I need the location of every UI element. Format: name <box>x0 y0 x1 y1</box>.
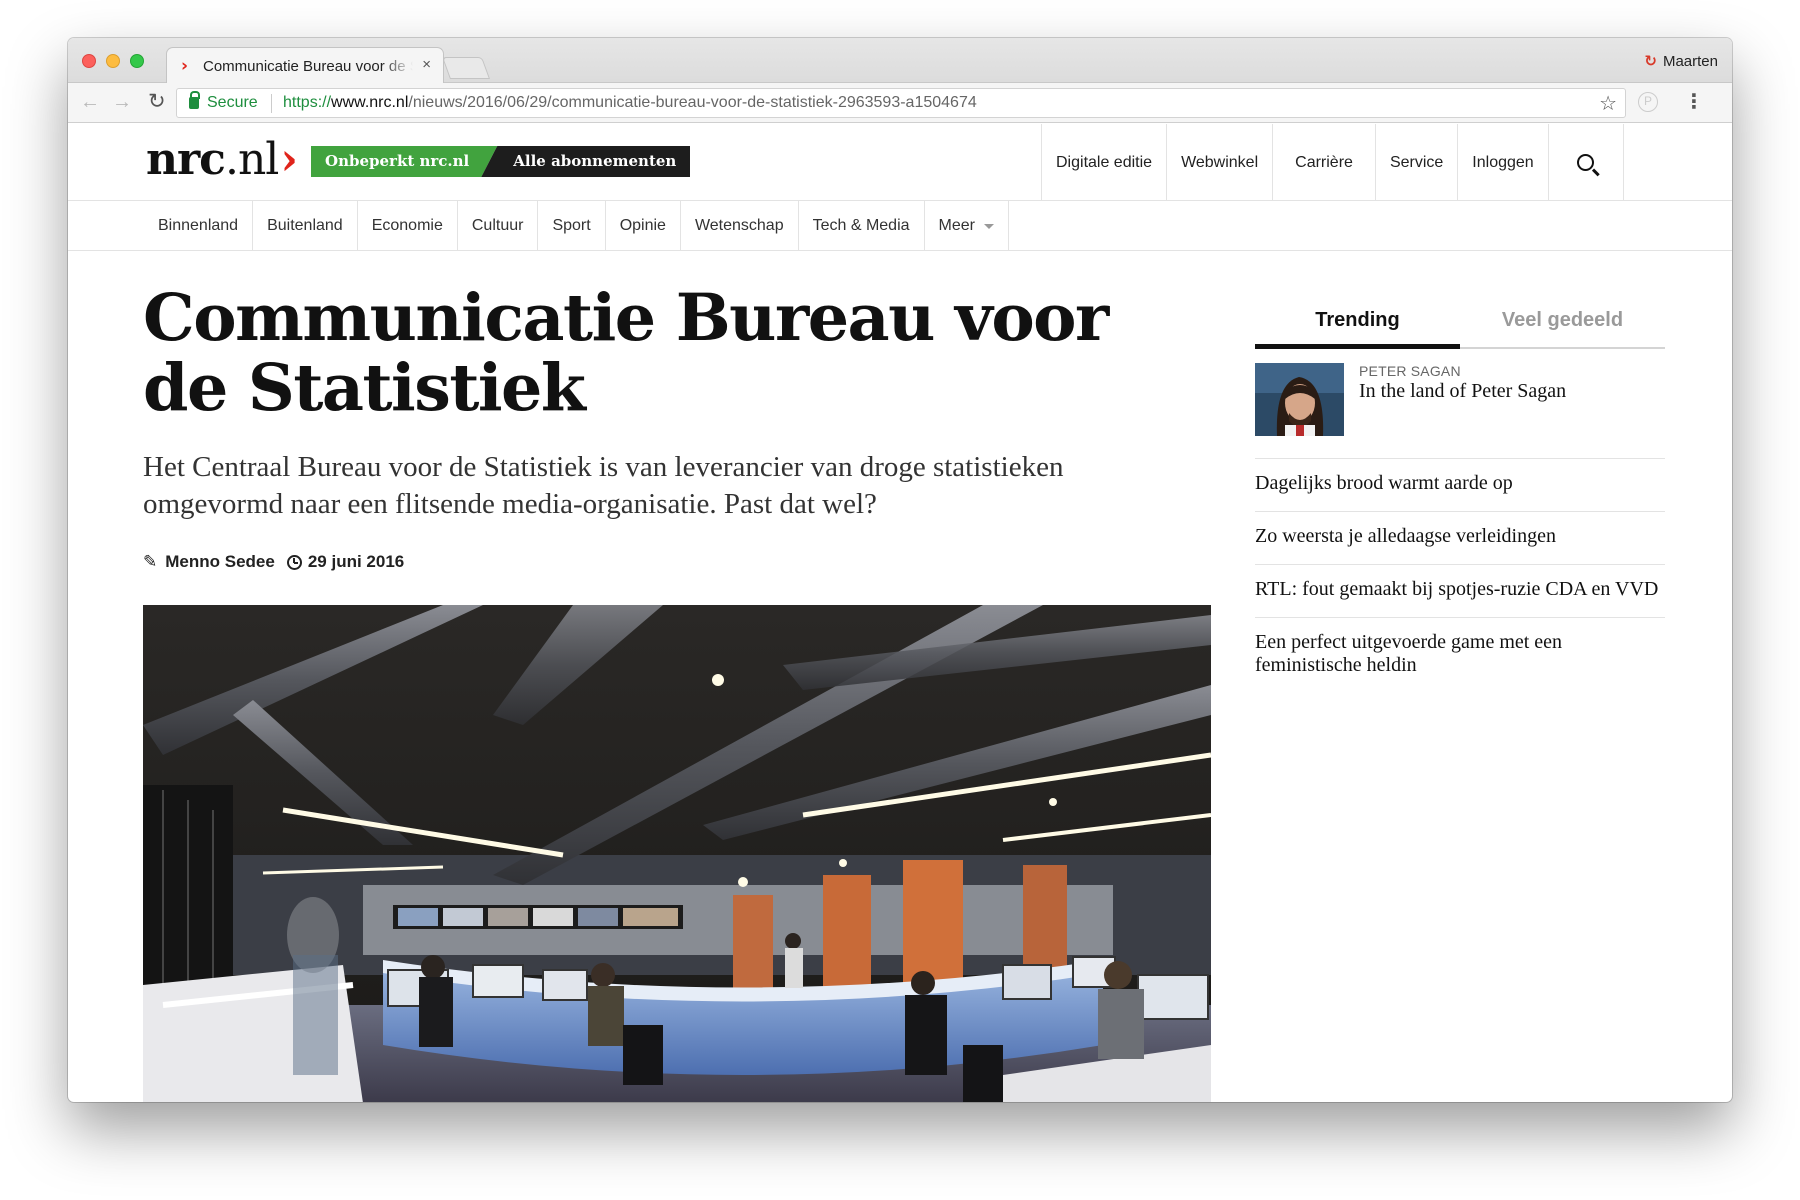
section-nav: Binnenland Buitenland Economie Cultuur S… <box>68 201 1732 251</box>
extension-icon[interactable]: P <box>1638 92 1658 112</box>
article-lede: Het Centraal Bureau voor de Statistiek i… <box>143 451 1064 520</box>
lock-icon[interactable] <box>189 91 200 109</box>
reload-icon[interactable]: ↻ <box>148 89 166 114</box>
chevron-down-icon <box>983 223 994 229</box>
url-protocol: https:// <box>283 94 332 111</box>
address-bar[interactable]: Secure https://www.nrc.nl/nieuws/2016/06… <box>176 88 1626 118</box>
browser-tab[interactable]: › Communicatie Bureau voor de Statistiek… <box>166 47 444 84</box>
trending-sidebar: Trending Veel gedeeld PETER SAGAN In the <box>1255 283 1665 693</box>
section-sport[interactable]: Sport <box>538 201 606 251</box>
site-header: nrc.nl› Onbeperkt nrc.nl Alle abonnement… <box>68 124 1732 201</box>
url-text[interactable]: https://www.nrc.nl/nieuws/2016/06/29/com… <box>283 94 977 112</box>
url-path: /nieuws/2016/06/29/communicatie-bureau-v… <box>408 94 977 111</box>
sidebar-tabs: Trending Veel gedeeld <box>1255 283 1665 349</box>
section-economie[interactable]: Economie <box>358 201 458 251</box>
unlimited-subscription-link[interactable]: Onbeperkt nrc.nl <box>311 146 497 177</box>
minimize-window-button[interactable] <box>106 54 120 68</box>
url-host: www.nrc.nl <box>331 94 409 111</box>
pen-icon: ✎ <box>143 552 158 571</box>
trending-item[interactable]: Zo weersta je alledaagse verleidingen <box>1255 512 1665 565</box>
article-hero-image <box>143 605 1211 1102</box>
close-window-button[interactable] <box>82 54 96 68</box>
search-button[interactable] <box>1547 124 1624 201</box>
browser-menu-icon[interactable]: ⋮ <box>1684 89 1704 114</box>
profile-button[interactable]: ↻ Maarten <box>1644 52 1718 70</box>
section-opinie[interactable]: Opinie <box>606 201 681 251</box>
section-more-dropdown[interactable]: Meer <box>925 201 1009 251</box>
browser-toolbar: ← → ↻ Secure https://www.nrc.nl/nieuws/2… <box>68 83 1732 123</box>
feature-kicker: PETER SAGAN <box>1359 363 1461 379</box>
logo-chevron-icon: › <box>280 134 298 185</box>
nrc-favicon-icon: › <box>181 56 189 76</box>
article-date: 29 juni 2016 <box>307 552 405 571</box>
forward-arrow-icon[interactable]: → <box>112 91 132 114</box>
topnav-digital-edition[interactable]: Digitale editie <box>1041 124 1166 201</box>
trending-item[interactable]: Dagelijks brood warmt aarde op <box>1255 459 1665 512</box>
trending-item[interactable]: RTL: fout gemaakt bij spotjes-ruzie CDA … <box>1255 565 1665 618</box>
section-buitenland[interactable]: Buitenland <box>253 201 358 251</box>
article-meta: ✎ Menno Sedee 29 juni 2016 <box>143 552 404 572</box>
feature-text: PETER SAGAN In the land of Peter Sagan <box>1359 363 1566 436</box>
search-icon <box>1577 154 1595 171</box>
logo-text-light: .nl <box>224 134 279 185</box>
tab-title: Communicatie Bureau voor de Statistiek <box>203 58 413 75</box>
url-divider <box>271 94 272 113</box>
section-cultuur[interactable]: Cultuur <box>458 201 539 251</box>
trending-item[interactable]: Een perfect uitgevoerde game met een fem… <box>1255 618 1665 693</box>
all-subscriptions-link[interactable]: Alle abonnementen <box>481 146 691 177</box>
article-author[interactable]: Menno Sedee <box>165 552 275 572</box>
clock-icon <box>286 554 302 570</box>
tab-most-shared[interactable]: Veel gedeeld <box>1460 283 1665 347</box>
portrait-photo <box>1255 363 1344 436</box>
trending-feature-item[interactable]: PETER SAGAN In the land of Peter Sagan <box>1255 349 1665 459</box>
section-more-label: Meer <box>938 217 975 234</box>
section-tech-media[interactable]: Tech & Media <box>799 201 925 251</box>
topnav-careers[interactable]: Carrière <box>1272 124 1375 201</box>
profile-name: Maarten <box>1662 53 1718 70</box>
topnav-service[interactable]: Service <box>1374 124 1457 201</box>
section-wetenschap[interactable]: Wetenschap <box>681 201 799 251</box>
section-binnenland[interactable]: Binnenland <box>142 201 254 251</box>
top-nav: Digitale editie Webwinkel Carrière Servi… <box>1041 124 1624 201</box>
profile-sync-icon: ↻ <box>1644 53 1657 70</box>
article-headline: Communicatie Bureau voor de Statistiek <box>143 280 1109 426</box>
bookmark-star-icon[interactable]: ☆ <box>1599 91 1617 116</box>
close-tab-icon[interactable]: × <box>422 56 431 73</box>
logo-text-bold: nrc <box>146 134 226 185</box>
back-arrow-icon[interactable]: ← <box>80 91 100 114</box>
feature-title[interactable]: In the land of Peter Sagan <box>1359 380 1566 403</box>
maximize-window-button[interactable] <box>130 54 144 68</box>
newsroom-photo <box>143 605 1211 1102</box>
secure-label[interactable]: Secure <box>207 94 258 112</box>
new-tab-button[interactable] <box>441 57 491 79</box>
topnav-login[interactable]: Inloggen <box>1457 124 1547 201</box>
peter-sagan-thumbnail <box>1255 363 1344 436</box>
tab-strip: › Communicatie Bureau voor de Statistiek… <box>68 38 1732 84</box>
subscription-promo: Onbeperkt nrc.nl Alle abonnementen <box>311 146 691 177</box>
topnav-webshop[interactable]: Webwinkel <box>1166 124 1272 201</box>
nrc-logo[interactable]: nrc.nl› <box>146 134 298 185</box>
tab-trending[interactable]: Trending <box>1255 283 1460 349</box>
browser-window: › Communicatie Bureau voor de Statistiek… <box>68 38 1732 1102</box>
